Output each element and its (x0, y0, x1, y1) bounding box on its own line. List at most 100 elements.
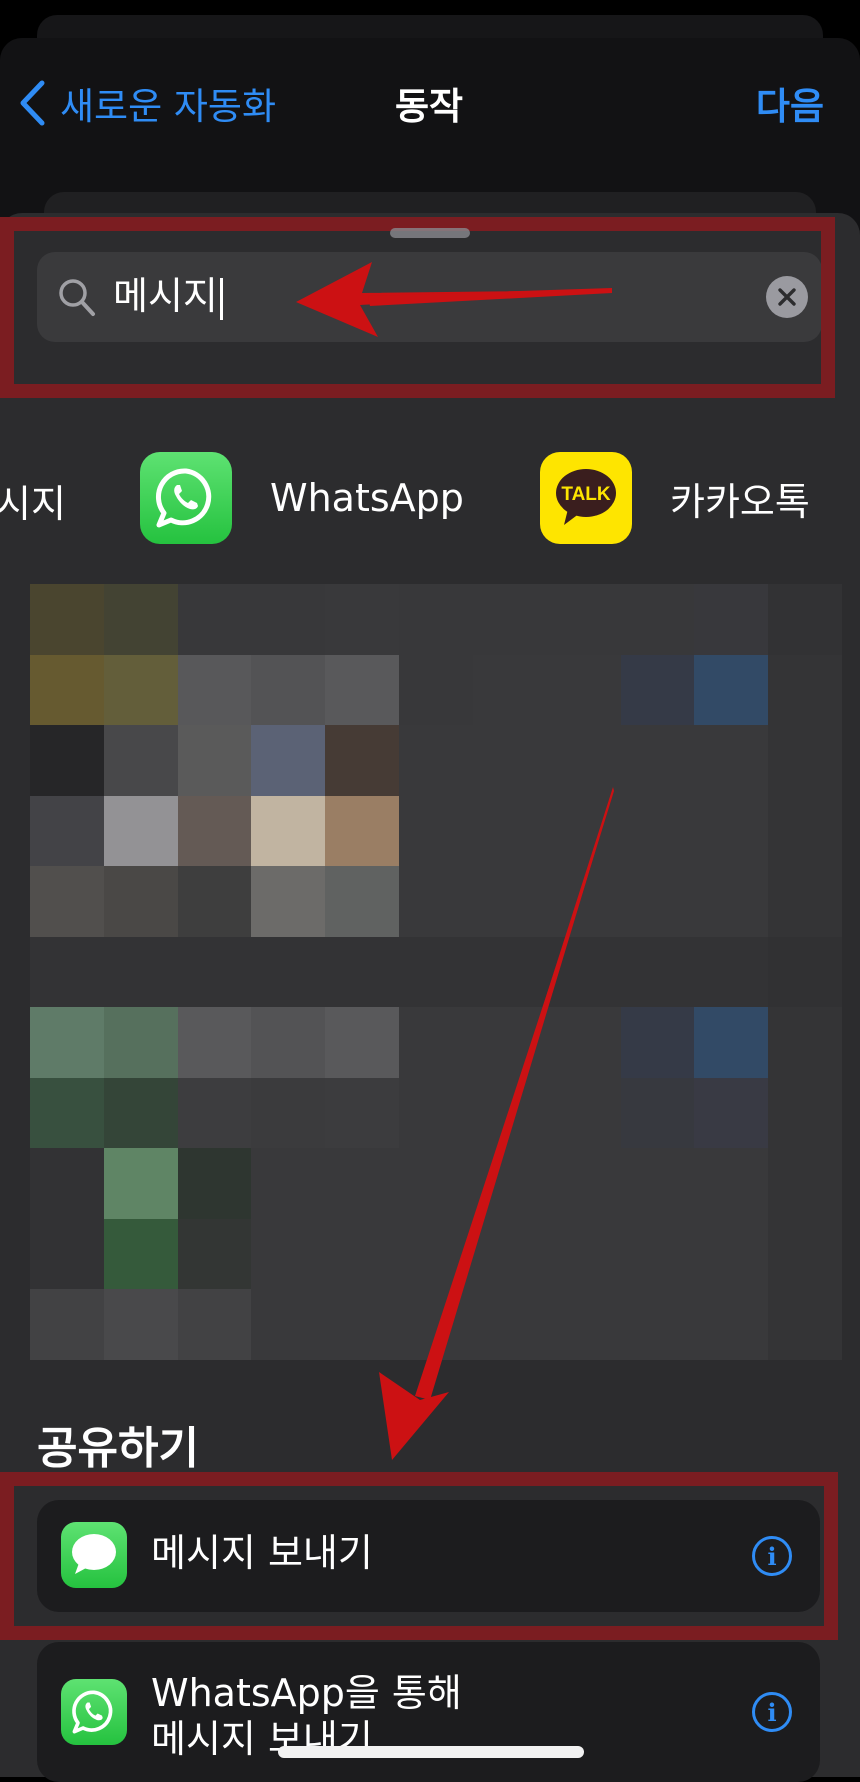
mosaic-cell (30, 1077, 104, 1149)
mosaic-cell (325, 866, 400, 937)
mosaic-cell (472, 866, 547, 937)
mosaic-cell (472, 795, 547, 867)
mosaic-cell (325, 1289, 400, 1360)
mosaic-cell (325, 654, 400, 726)
whatsapp-icon (61, 1679, 127, 1745)
mosaic-cell (620, 1289, 695, 1360)
mosaic-cell (177, 1289, 252, 1360)
mosaic-cell (472, 654, 547, 726)
mosaic-cell (472, 1077, 547, 1149)
home-indicator[interactable] (278, 1746, 584, 1758)
mosaic-cell (768, 584, 842, 655)
mosaic-cell (620, 725, 695, 796)
mosaic-cell (177, 795, 252, 867)
mosaic-cell (620, 1218, 695, 1290)
search-input[interactable]: 메시지 (113, 272, 223, 320)
section-title-share: 공유하기 (37, 1423, 199, 1474)
mosaic-cell (768, 1148, 842, 1219)
mosaic-cell (399, 936, 473, 1008)
mosaic-cell (546, 795, 621, 867)
action-label: 메시지 보내기 (151, 1531, 373, 1575)
mosaic-cell (103, 584, 178, 655)
clear-search-button[interactable] (766, 276, 808, 318)
mosaic-cell (546, 654, 621, 726)
mosaic-cell (399, 654, 473, 726)
sheet-grabber-handle[interactable] (390, 228, 470, 238)
mosaic-cell (251, 725, 326, 796)
mosaic-cell (472, 1007, 547, 1078)
mosaic-cell (177, 584, 252, 655)
mosaic-cell (620, 1007, 695, 1078)
page-title-text: 동작 (394, 85, 464, 128)
mosaic-cell (251, 795, 326, 867)
app-label: 시지 (0, 481, 66, 526)
mosaic-cell (546, 936, 621, 1008)
mosaic-cell (325, 1148, 400, 1219)
search-field[interactable]: 메시지 (37, 252, 822, 342)
mosaic-cell (694, 795, 769, 867)
mosaic-cell (177, 1007, 252, 1078)
action-row-whatsapp-send-message[interactable]: WhatsApp을 통해 메시지 보내기 i (37, 1642, 820, 1782)
mosaic-cell (546, 1007, 621, 1078)
kakaotalk-icon-text: TALK (561, 484, 611, 505)
mosaic-cell (251, 1007, 326, 1078)
mosaic-cell (620, 795, 695, 867)
mosaic-cell (399, 725, 473, 796)
mosaic-cell (103, 725, 178, 796)
mosaic-cell (30, 795, 104, 867)
app-item-messages[interactable]: 시지 (0, 452, 66, 548)
action-label-line1: WhatsApp을 통해 (151, 1671, 462, 1715)
mosaic-cell (768, 936, 842, 1008)
whatsapp-icon (140, 452, 232, 544)
close-icon (778, 288, 796, 306)
text-caret (219, 277, 223, 320)
app-item-whatsapp[interactable]: WhatsApp (140, 452, 464, 544)
mosaic-cell (472, 584, 547, 655)
mosaic-cell (694, 1218, 769, 1290)
mosaic-cell (30, 1218, 104, 1290)
mosaic-cell (251, 1289, 326, 1360)
mosaic-cell (103, 795, 178, 867)
mosaic-cell (399, 1148, 473, 1219)
mosaic-cell (768, 1289, 842, 1360)
mosaic-cell (399, 866, 473, 937)
mosaic-cell (694, 1077, 769, 1149)
back-label: 새로운 자동화 (60, 85, 277, 128)
mosaic-cell (768, 1007, 842, 1078)
mosaic-cell (30, 1148, 104, 1219)
mosaic-cell (620, 1148, 695, 1219)
mosaic-cell (472, 1148, 547, 1219)
mosaic-cell (546, 1289, 621, 1360)
mosaic-cell (768, 795, 842, 867)
next-button[interactable]: 다음 (756, 76, 824, 130)
back-button[interactable]: 새로운 자동화 (18, 76, 276, 130)
mosaic-cell (620, 1077, 695, 1149)
mosaic-cell (177, 654, 252, 726)
mosaic-cell (251, 584, 326, 655)
app-item-kakaotalk[interactable]: TALK 카카오톡 (540, 452, 810, 544)
info-icon[interactable]: i (752, 1536, 792, 1576)
mosaic-cell (325, 725, 400, 796)
mosaic-cell (251, 1218, 326, 1290)
mosaic-cell (694, 584, 769, 655)
mosaic-cell (251, 1148, 326, 1219)
redacted-mosaic-region (30, 584, 842, 1360)
mosaic-cell (546, 1148, 621, 1219)
mosaic-cell (103, 866, 178, 937)
mosaic-cell (30, 936, 104, 1008)
navigation-bar: 새로운 자동화 동작 다음 (0, 62, 860, 142)
search-icon (59, 279, 95, 316)
action-row-send-message[interactable]: 메시지 보내기 i (37, 1500, 820, 1612)
mosaic-cell (694, 866, 769, 937)
mosaic-cell (177, 1148, 252, 1219)
mosaic-cell (103, 1218, 178, 1290)
mosaic-cell (546, 584, 621, 655)
mosaic-cell (325, 1007, 400, 1078)
info-icon[interactable]: i (752, 1692, 792, 1732)
mosaic-cell (399, 1007, 473, 1078)
mosaic-cell (30, 654, 104, 726)
mosaic-cell (620, 654, 695, 726)
mosaic-cell (546, 1218, 621, 1290)
mosaic-cell (399, 1077, 473, 1149)
kakaotalk-icon: TALK (540, 452, 632, 544)
